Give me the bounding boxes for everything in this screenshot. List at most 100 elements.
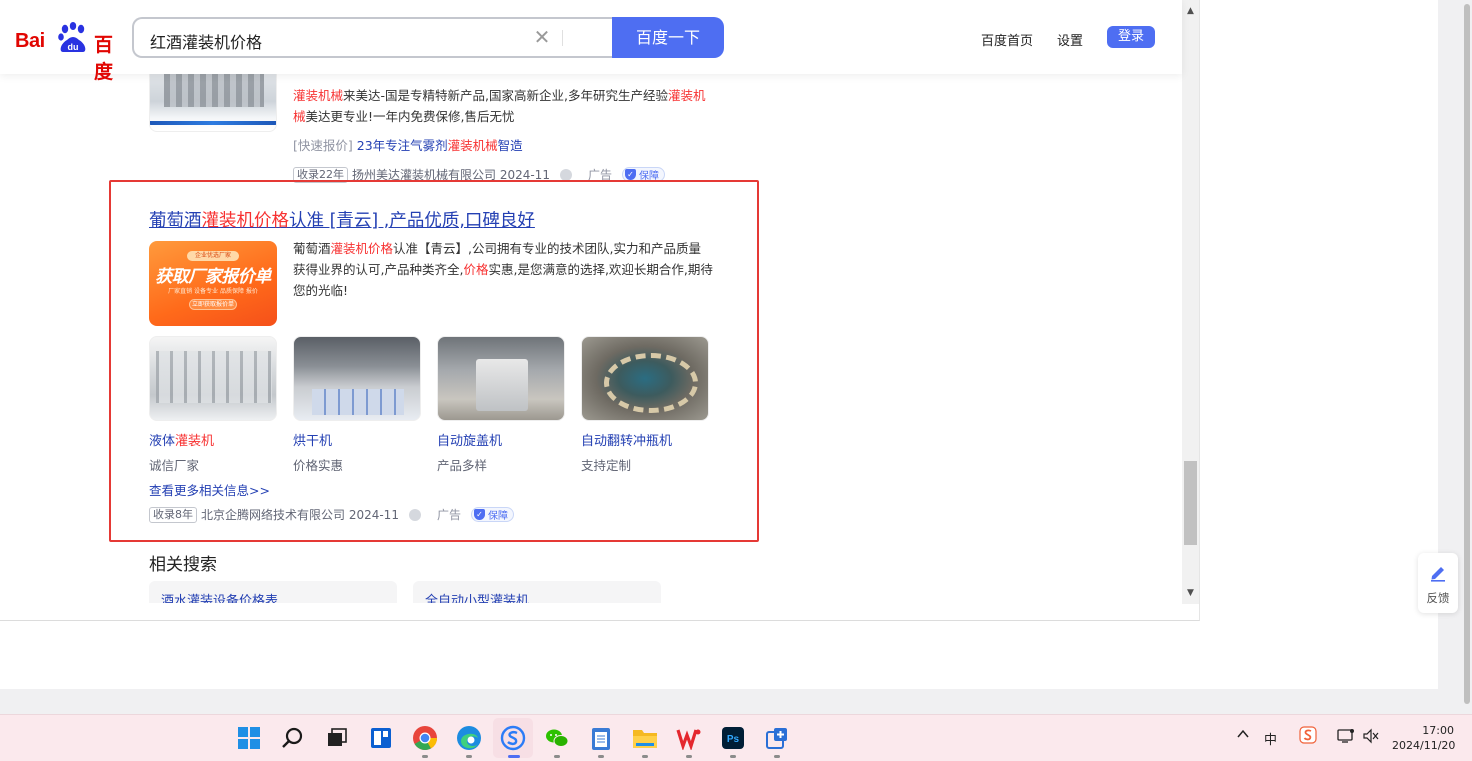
clock-time: 17:00 [1422, 724, 1454, 737]
chevron-up-icon[interactable] [1236, 727, 1250, 745]
quick-quote-line[interactable]: [快速报价] 23年专注气雾剂灌装机械智造 [293, 135, 523, 154]
highlight-text[interactable]: 灌装机械 [448, 138, 498, 153]
product-name[interactable]: 烘干机 [293, 430, 421, 449]
product-card[interactable]: 自动旋盖机 产品多样 [437, 336, 565, 474]
product-name-highlight[interactable]: 灌装机 [175, 434, 214, 449]
svg-text:Ps: Ps [727, 734, 740, 745]
banner-button: 立即获取报价单 [189, 299, 237, 310]
wps-icon[interactable] [675, 724, 703, 752]
system-clock[interactable]: 17:00 2024/11/20 [1392, 723, 1456, 753]
clear-icon[interactable]: ✕ [531, 25, 553, 49]
scroll-down-arrow-icon[interactable]: ▼ [1182, 585, 1199, 602]
sogou-ime-icon[interactable] [1299, 726, 1317, 748]
product-name[interactable]: 液体灌装机 [149, 430, 277, 449]
snipping-tool-icon[interactable] [763, 724, 791, 752]
page-background [0, 689, 1438, 714]
product-subtitle: 诚信厂家 [149, 458, 200, 473]
photoshop-icon[interactable]: Ps [719, 724, 747, 752]
network-icon[interactable] [1337, 728, 1355, 748]
nav-home-link[interactable]: 百度首页 [981, 30, 1033, 49]
search-icon[interactable] [279, 724, 307, 752]
title-highlight[interactable]: 灌装机价格 [202, 211, 290, 231]
product-image[interactable] [437, 336, 565, 421]
scroll-up-arrow-icon[interactable]: ▲ [1182, 3, 1199, 20]
feedback-button[interactable]: 反馈 [1418, 553, 1458, 613]
verified-icon [559, 168, 572, 181]
product-name[interactable]: 自动旋盖机 [437, 430, 565, 449]
running-indicator [730, 755, 736, 758]
related-search-item[interactable]: 酒水灌装设备价格表 [149, 581, 397, 603]
running-indicator [598, 755, 604, 758]
indexed-years-tag: 收录8年 [149, 506, 197, 523]
clock-date: 2024/11/20 [1392, 739, 1456, 752]
result-meta: 收录8年 北京企腾网络技术有限公司 2024-11 广告 ✓ 保障 [149, 506, 514, 523]
start-icon[interactable] [235, 724, 263, 752]
description-text: 葡萄酒 [293, 241, 331, 256]
shield-icon: ✓ [624, 169, 636, 180]
login-button[interactable]: 登录 [1107, 26, 1155, 48]
task-view-icon[interactable] [323, 724, 351, 752]
company-source[interactable]: 北京企腾网络技术有限公司 2024-11 [201, 506, 399, 523]
product-image[interactable] [293, 336, 421, 421]
ad-result-title[interactable]: 葡萄酒灌装机价格认准 [青云] ,产品优质,口碑良好 [149, 207, 535, 232]
product-card[interactable]: 烘干机 价格实惠 [293, 336, 421, 474]
page-scrollbar[interactable]: ▲ ▼ [1182, 0, 1199, 604]
running-indicator [466, 755, 472, 758]
product-card[interactable]: 液体灌装机 诚信厂家 [149, 336, 277, 474]
paw-icon: du [58, 22, 86, 52]
file-explorer-icon[interactable] [631, 724, 659, 752]
baidu-logo[interactable]: Bai du 百度 [15, 22, 119, 83]
nav-settings-link[interactable]: 设置 [1057, 30, 1083, 49]
product-name-text[interactable]: 自动旋盖机 [437, 434, 502, 449]
logo-text: Bai [15, 30, 45, 52]
running-indicator [642, 755, 648, 758]
shield-icon: ✓ [473, 509, 485, 520]
search-input[interactable]: 红酒灌装机价格 ✕ [132, 17, 614, 58]
title-text[interactable]: 葡萄酒 [149, 211, 202, 231]
feedback-label: 反馈 [1426, 591, 1450, 605]
product-image[interactable] [149, 336, 277, 421]
notepad-icon[interactable] [587, 724, 615, 752]
guarantee-label: 保障 [487, 511, 508, 522]
scroll-thumb[interactable] [1184, 461, 1197, 545]
running-indicator [686, 755, 692, 758]
input-method-indicator[interactable]: 中 [1264, 729, 1277, 748]
window-scrollbar[interactable] [1464, 4, 1470, 704]
divider [562, 30, 563, 46]
related-search-item[interactable]: 全自动小型灌装机 [413, 581, 661, 603]
banner-headline: 获取厂家报价单 [155, 267, 271, 287]
search-button[interactable]: 百度一下 [612, 17, 724, 58]
result-thumbnail[interactable] [149, 64, 277, 132]
product-name-text[interactable]: 液体 [149, 434, 175, 449]
title-text[interactable]: 认准 [青云] ,产品优质,口碑良好 [289, 211, 535, 231]
widgets-icon[interactable] [367, 724, 395, 752]
product-image[interactable] [581, 336, 709, 421]
product-subtitle: 支持定制 [581, 458, 632, 473]
product-name-text[interactable]: 自动翻转冲瓶机 [581, 434, 672, 449]
svg-text:du: du [68, 42, 79, 52]
volume-muted-icon[interactable] [1362, 728, 1380, 748]
related-searches-title: 相关搜索 [149, 555, 217, 575]
chrome-icon[interactable] [411, 724, 439, 752]
wechat-icon[interactable] [543, 724, 571, 752]
description-text: 来美达-国是专精特新产品,国家高新企业,多年研究生产经验 [343, 88, 668, 103]
ad-result-description: 葡萄酒灌装机价格认准【青云】,公司拥有专业的技术团队,实力和产品质量获得业界的认… [293, 238, 713, 301]
product-name[interactable]: 自动翻转冲瓶机 [581, 430, 709, 449]
page-background [0, 622, 1438, 689]
more-info-link[interactable]: 查看更多相关信息>> [149, 480, 270, 499]
edge-icon[interactable] [455, 724, 483, 752]
highlight-text: 灌装机价格 [330, 241, 394, 256]
sogou-browser-icon[interactable] [499, 724, 527, 752]
guarantee-badge[interactable]: ✓ 保障 [470, 507, 514, 522]
page-background [1200, 0, 1438, 689]
active-indicator [508, 755, 520, 758]
product-card[interactable]: 自动翻转冲瓶机 支持定制 [581, 336, 709, 474]
running-indicator [422, 755, 428, 758]
search-input-value[interactable]: 红酒灌装机价格 [150, 29, 262, 53]
browser-viewport: 灌装机械来美达-国是专精特新产品,国家高新企业,多年研究生产经验灌装机械美达更专… [0, 0, 1200, 621]
quick-quote-link[interactable]: 智造 [498, 138, 523, 153]
product-name-text[interactable]: 烘干机 [293, 434, 332, 449]
quick-quote-link[interactable]: 23年专注气雾剂 [357, 138, 448, 153]
ad-banner-image[interactable]: 企业优选厂家 获取厂家报价单 厂家直销 设备专业 品质保障 报价 立即获取报价单 [149, 241, 277, 326]
quick-quote-tag: [快速报价] [293, 138, 353, 153]
